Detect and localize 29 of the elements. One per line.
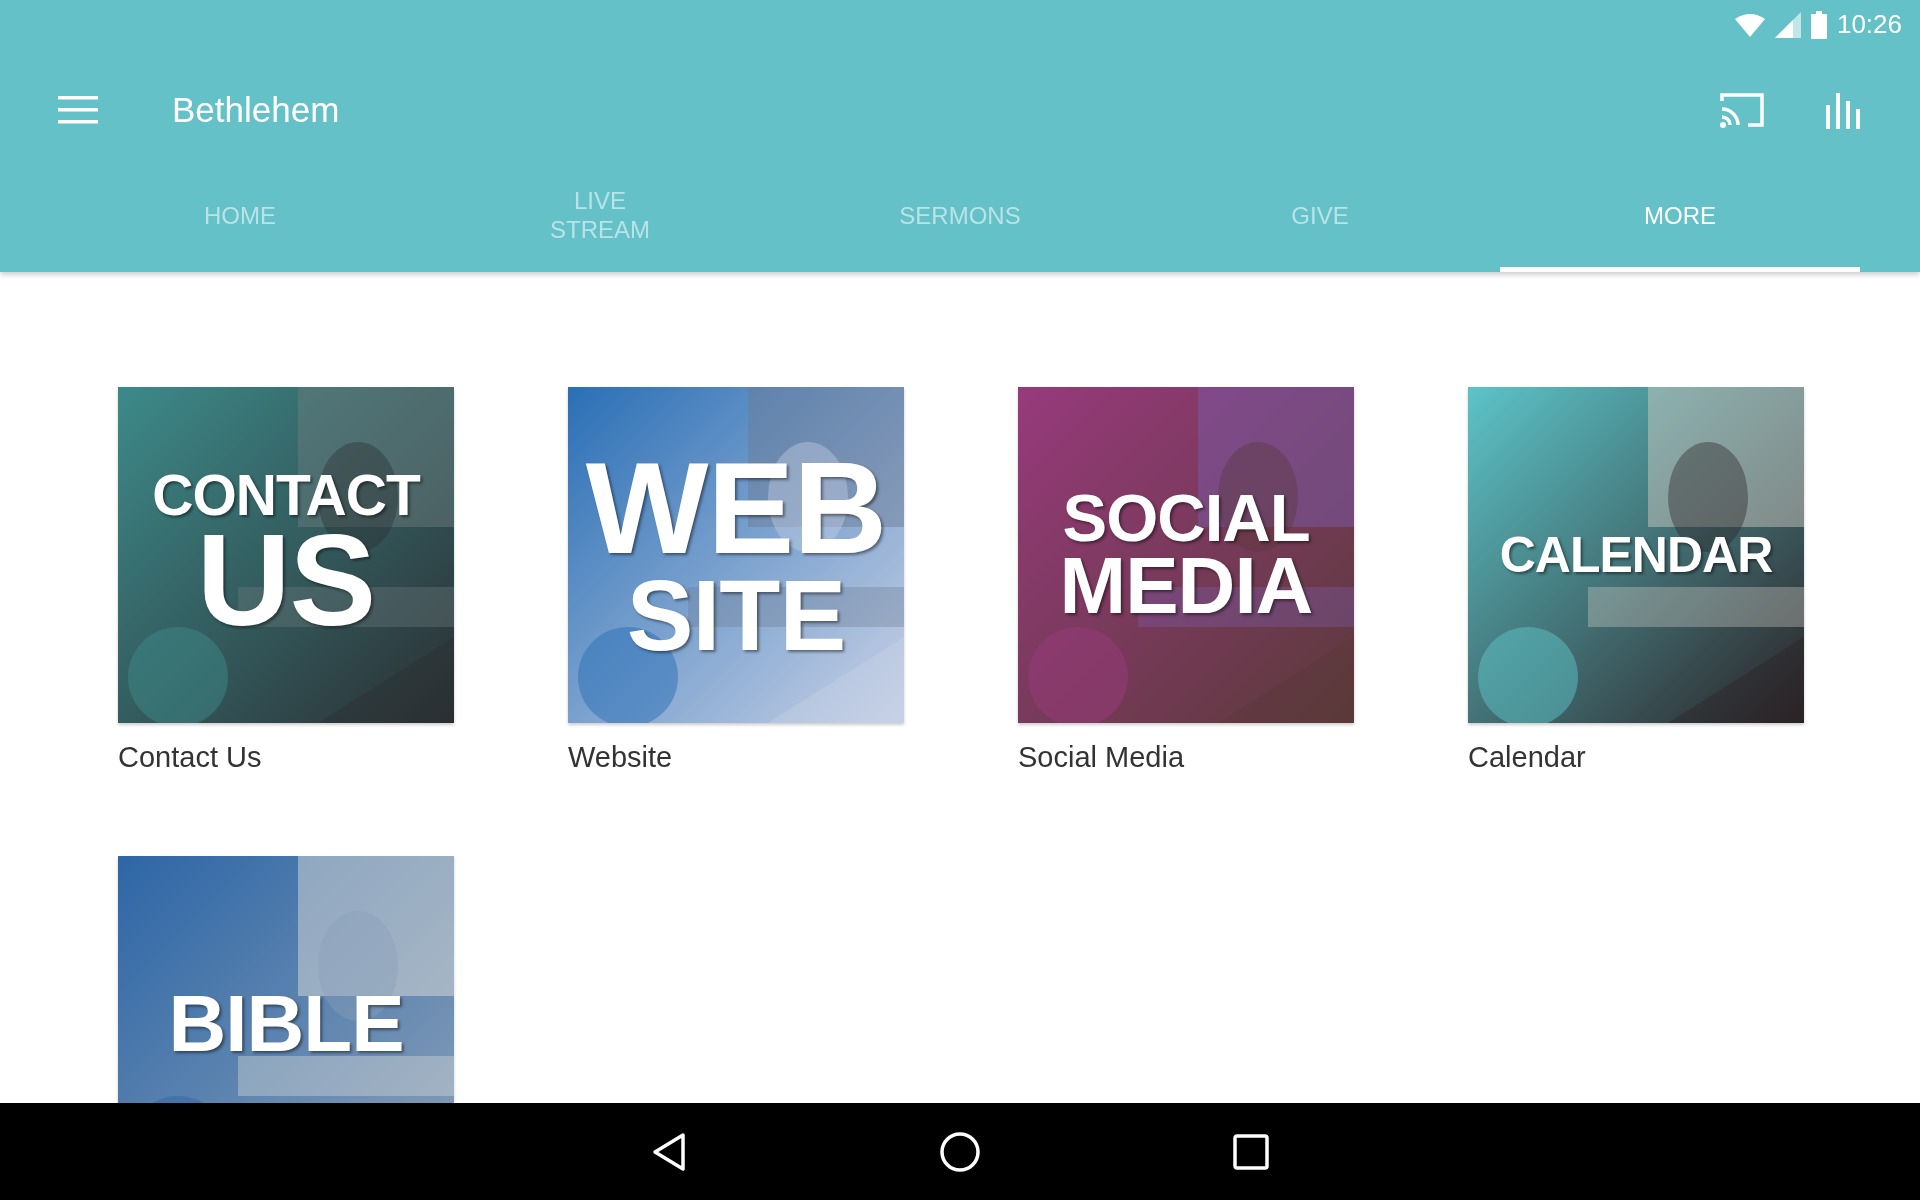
recents-icon xyxy=(1233,1133,1269,1170)
tile-caption: MEDIA xyxy=(1059,549,1313,623)
tile-caption: US xyxy=(196,521,376,641)
tile-image[interactable]: CALENDAR xyxy=(1468,387,1804,723)
tile-label: Calendar xyxy=(1468,741,1587,774)
app-title: Bethlehem xyxy=(172,90,341,130)
tab[interactable]: MORE xyxy=(1500,171,1860,272)
tile-caption: WEB xyxy=(585,449,887,569)
home-icon xyxy=(939,1130,981,1173)
tile-image[interactable]: BIBLE xyxy=(118,856,454,1103)
equalizer-icon xyxy=(1824,91,1862,129)
tile-caption: SITE xyxy=(626,568,846,661)
menu-icon xyxy=(58,96,98,124)
wifi-icon xyxy=(1734,12,1765,37)
tile-caption: CALENDAR xyxy=(1499,532,1773,578)
signal-icon xyxy=(1774,11,1801,38)
tile-caption: SOCIAL xyxy=(1062,487,1310,549)
status-time: 10:26 xyxy=(1836,9,1902,40)
tile-caption: BIBLE xyxy=(168,987,404,1061)
battery-icon xyxy=(1810,10,1827,39)
back-icon xyxy=(651,1131,687,1172)
cast-icon xyxy=(1720,91,1766,129)
tile-label: Contact Us xyxy=(118,741,263,774)
tile-label: Social Media xyxy=(1018,741,1186,774)
tile-image[interactable]: WEB SITE xyxy=(568,387,904,723)
tile-image[interactable]: SOCIAL MEDIA xyxy=(1018,387,1354,723)
tile-label: Website xyxy=(568,741,674,774)
tile-caption: CONTACT xyxy=(152,469,420,522)
tile-image[interactable]: CONTACT US xyxy=(118,387,454,723)
